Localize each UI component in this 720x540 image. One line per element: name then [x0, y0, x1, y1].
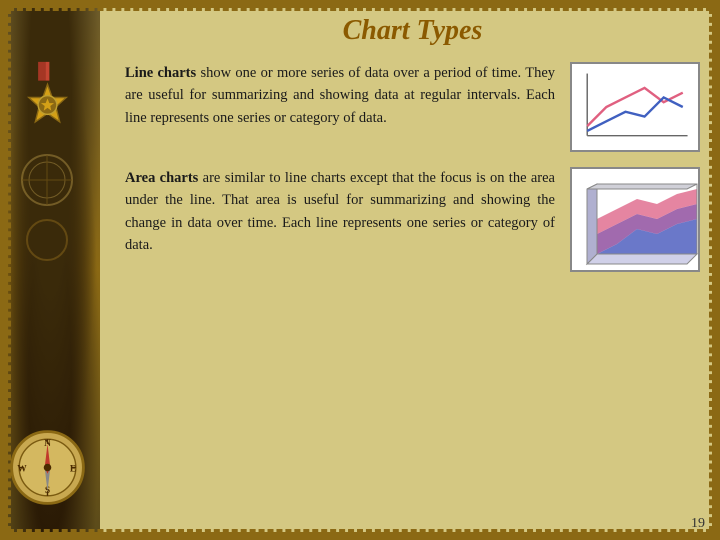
svg-text:E: E: [70, 464, 76, 474]
line-charts-term: Line charts: [125, 65, 196, 81]
area-chart-illustration: [570, 167, 700, 272]
main-content: Chart Types Line charts show one or more…: [100, 0, 720, 540]
line-chart-illustration: [570, 62, 700, 152]
area-chart-svg: [572, 169, 700, 272]
background-pattern: [5, 150, 90, 270]
line-charts-text: Line charts show one or more series of d…: [125, 62, 555, 129]
area-charts-term: Area charts: [125, 170, 198, 186]
svg-text:W: W: [17, 464, 27, 474]
left-decorative-strip: N S E W: [0, 0, 100, 540]
medal-decoration: [10, 60, 85, 135]
area-charts-section: Area charts are similar to line charts e…: [125, 167, 700, 272]
compass-decoration: N S E W: [5, 425, 90, 510]
page-title: Chart Types: [125, 15, 700, 47]
sections-container: Line charts show one or more series of d…: [125, 62, 700, 525]
page-number: 19: [691, 516, 705, 532]
line-chart-svg: [572, 64, 698, 150]
area-charts-text: Area charts are similar to line charts e…: [125, 167, 555, 257]
line-charts-section: Line charts show one or more series of d…: [125, 62, 700, 152]
